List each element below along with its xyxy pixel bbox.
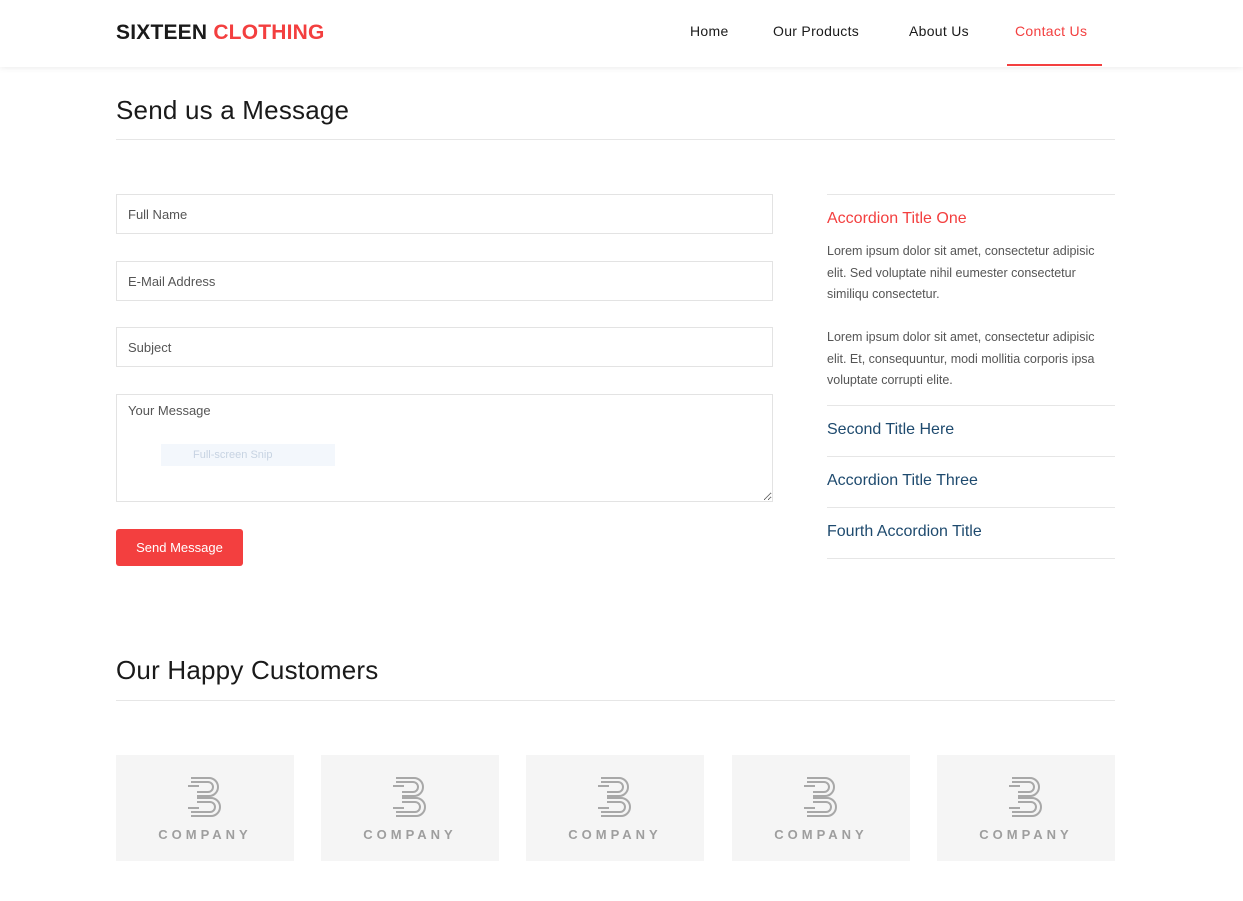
- accordion-title-one[interactable]: Accordion Title One: [827, 210, 967, 228]
- full-screen-snip-overlay: Full-screen Snip: [161, 444, 335, 466]
- accordion-divider: [827, 456, 1115, 457]
- accordion-title-three[interactable]: Accordion Title Three: [827, 472, 978, 490]
- full-name-input[interactable]: [116, 194, 773, 234]
- customer-logo-card: COMPANY: [321, 755, 499, 861]
- send-message-button[interactable]: Send Message: [116, 529, 243, 566]
- company-b-logo-icon: [1009, 777, 1042, 817]
- accordion-divider: [827, 405, 1115, 406]
- accordion-title-two[interactable]: Second Title Here: [827, 421, 954, 439]
- customer-logo-wordmark: COMPANY: [568, 827, 662, 842]
- nav-about-us[interactable]: About Us: [909, 23, 969, 39]
- company-b-logo-icon: [598, 777, 631, 817]
- site-header: SIXTEEN CLOTHING Home Our Products About…: [0, 0, 1243, 67]
- company-b-logo-icon: [804, 777, 837, 817]
- customers-section-title: Our Happy Customers: [116, 655, 379, 685]
- customer-logo-wordmark: COMPANY: [979, 827, 1073, 842]
- brand-name-part2: CLOTHING: [213, 21, 325, 44]
- nav-active-indicator: [1007, 64, 1102, 66]
- customer-logo-card: COMPANY: [937, 755, 1115, 861]
- accordion-title-four[interactable]: Fourth Accordion Title: [827, 523, 982, 541]
- brand-logo[interactable]: SIXTEEN CLOTHING: [116, 21, 325, 45]
- accordion-divider: [827, 507, 1115, 508]
- subject-input[interactable]: [116, 327, 773, 367]
- customers-title-divider: [116, 700, 1115, 701]
- nav-home[interactable]: Home: [690, 23, 729, 39]
- customer-logo-card: COMPANY: [526, 755, 704, 861]
- customer-logo-wordmark: COMPANY: [363, 827, 457, 842]
- customer-logo-card: COMPANY: [732, 755, 910, 861]
- accordion-divider: [827, 194, 1115, 195]
- company-b-logo-icon: [393, 777, 426, 817]
- contact-title-divider: [116, 139, 1115, 140]
- customer-logo-wordmark: COMPANY: [158, 827, 252, 842]
- customer-logo-card: COMPANY: [116, 755, 294, 861]
- accordion-one-paragraph-1: Lorem ipsum dolor sit amet, consectetur …: [827, 244, 1095, 301]
- nav-contact-us[interactable]: Contact Us: [1015, 23, 1087, 39]
- email-input[interactable]: [116, 261, 773, 301]
- customer-logo-wordmark: COMPANY: [774, 827, 868, 842]
- nav-our-products[interactable]: Our Products: [773, 23, 859, 39]
- accordion-one-paragraph-2: Lorem ipsum dolor sit amet, consectetur …: [827, 330, 1095, 387]
- contact-section-title: Send us a Message: [116, 95, 350, 125]
- brand-name-part1: SIXTEEN: [116, 21, 208, 44]
- accordion-divider: [827, 558, 1115, 559]
- company-b-logo-icon: [188, 777, 221, 817]
